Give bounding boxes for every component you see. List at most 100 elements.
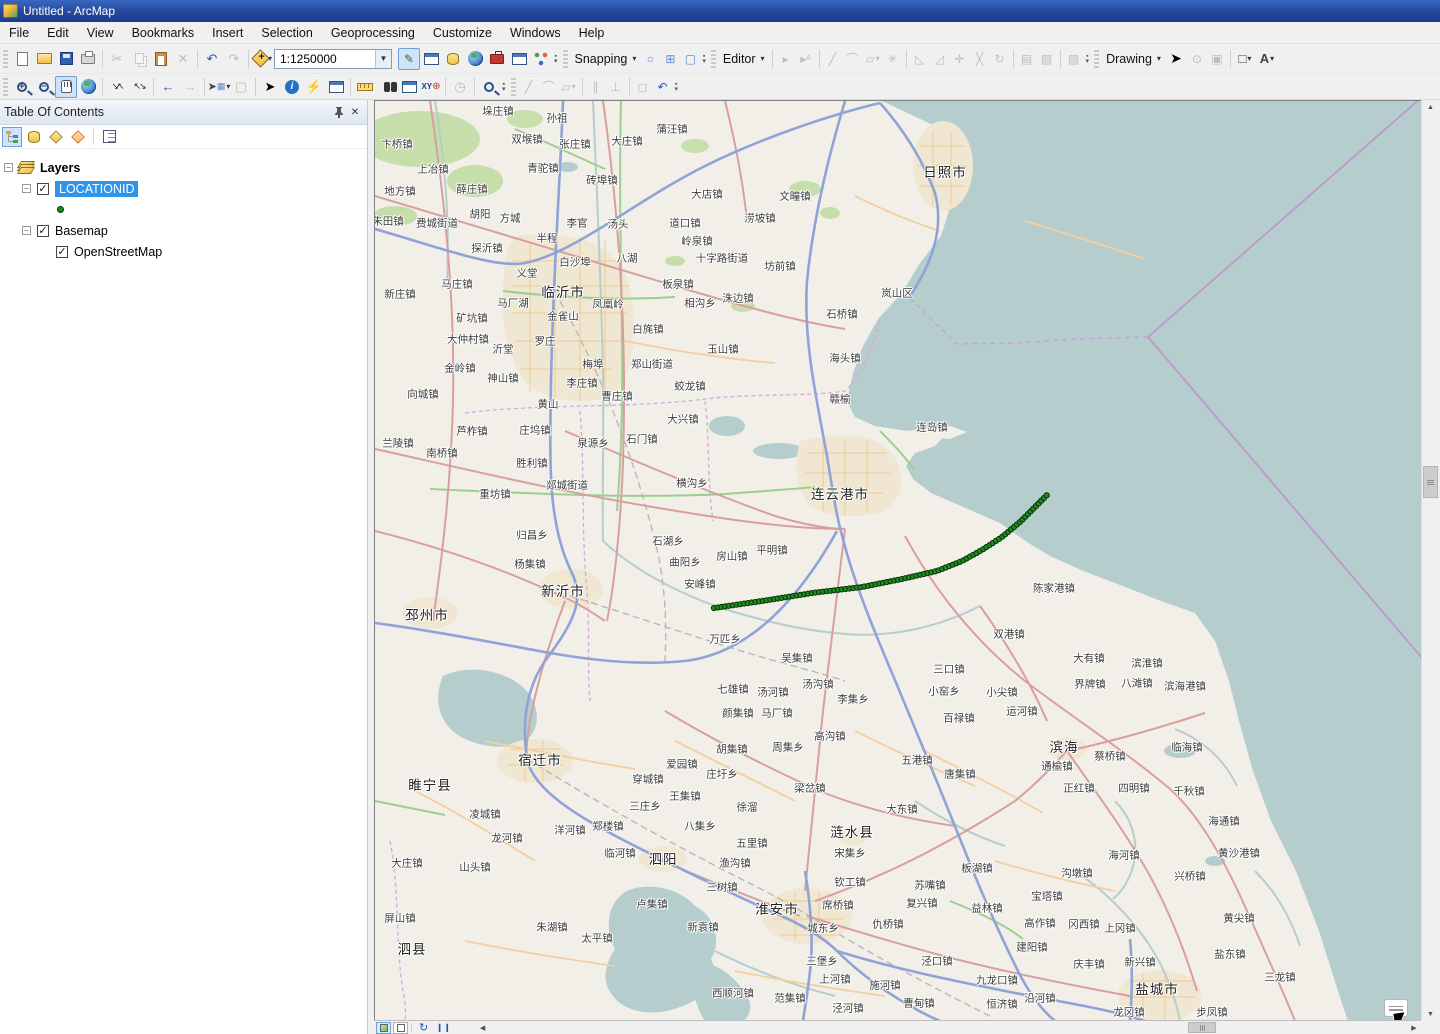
toolbar-separator bbox=[819, 50, 820, 68]
locationid-label[interactable]: LOCATIONID bbox=[55, 181, 138, 197]
data-view-button[interactable] bbox=[376, 1022, 391, 1034]
fixed-zoom-in-button[interactable]: ↘↖ bbox=[106, 76, 128, 98]
new-map-button[interactable] bbox=[11, 48, 33, 70]
attributes-button: ▤ bbox=[1017, 49, 1037, 69]
menu-selection[interactable]: Selection bbox=[252, 23, 321, 43]
vertical-scroll-thumb[interactable] bbox=[1423, 466, 1438, 498]
close-icon[interactable]: ✕ bbox=[347, 104, 363, 120]
horizontal-scroll-thumb[interactable] bbox=[1188, 1022, 1216, 1033]
menu-view[interactable]: View bbox=[78, 23, 123, 43]
zoom-in-button[interactable]: + bbox=[11, 76, 33, 98]
snapping-menu[interactable]: Snapping▾ bbox=[571, 50, 641, 68]
text-tool-button[interactable]: A▾ bbox=[1256, 48, 1278, 70]
full-extent-button[interactable] bbox=[77, 76, 99, 98]
map-scale-combo[interactable]: 1:1250000 ▼ bbox=[274, 49, 392, 69]
select-features-button[interactable]: ➤▦▾ bbox=[208, 76, 230, 98]
toc-item-basemap[interactable]: − ✓ Basemap bbox=[0, 220, 367, 241]
print-button[interactable] bbox=[77, 48, 99, 70]
toc-item-locationid-symbol[interactable] bbox=[0, 199, 367, 220]
collapse-icon[interactable]: − bbox=[4, 163, 13, 172]
toolbar-overflow-button[interactable]: ▪▾ bbox=[1086, 54, 1090, 64]
paste-button[interactable] bbox=[150, 48, 172, 70]
menu-geoprocessing[interactable]: Geoprocessing bbox=[322, 23, 424, 43]
undo-sketch-button[interactable]: ↶ bbox=[653, 77, 673, 97]
list-by-visibility-button[interactable] bbox=[46, 127, 66, 147]
pin-icon[interactable] bbox=[331, 104, 347, 120]
undo-button[interactable]: ↶ bbox=[201, 48, 223, 70]
find-button[interactable] bbox=[376, 76, 398, 98]
search-button[interactable] bbox=[464, 48, 486, 70]
map-viewport[interactable]: 临沂市日照市连云港市新沂市邳州市宿迁市淮安市盐城市涟水县睢宁县泗县泗阳滨海垛庄镇… bbox=[374, 100, 1421, 1020]
menu-help[interactable]: Help bbox=[570, 23, 614, 43]
arctoolbox-button[interactable] bbox=[486, 48, 508, 70]
toc-options-button[interactable] bbox=[99, 127, 119, 147]
menu-insert[interactable]: Insert bbox=[203, 23, 252, 43]
toolbar-grip[interactable] bbox=[563, 50, 568, 68]
open-button[interactable] bbox=[33, 48, 55, 70]
drawing-order-icon bbox=[6, 130, 19, 143]
point-symbol-swatch[interactable] bbox=[57, 206, 64, 213]
toolbar-grip[interactable] bbox=[511, 78, 516, 96]
table-of-contents-button[interactable] bbox=[420, 48, 442, 70]
basemap-checkbox[interactable]: ✓ bbox=[37, 225, 49, 237]
locationid-point[interactable] bbox=[1044, 493, 1049, 498]
shape-tool-button[interactable]: □▾ bbox=[1234, 48, 1256, 70]
save-button[interactable] bbox=[55, 48, 77, 70]
layout-view-button[interactable] bbox=[393, 1022, 408, 1034]
toc-item-openstreetmap[interactable]: ✓ OpenStreetMap bbox=[0, 241, 367, 262]
scroll-up-icon[interactable]: ▲ bbox=[1422, 100, 1439, 115]
measure-button[interactable] bbox=[354, 76, 376, 98]
arc-segment-tool-button: ⌒ bbox=[539, 77, 559, 97]
catalog-button[interactable] bbox=[442, 48, 464, 70]
locationid-checkbox[interactable]: ✓ bbox=[37, 183, 49, 195]
toolbar-grip[interactable] bbox=[711, 50, 716, 68]
pause-drawing-icon[interactable]: ❙❙ bbox=[436, 1023, 451, 1032]
list-by-selection-button[interactable] bbox=[68, 127, 88, 147]
back-extent-button[interactable]: ← bbox=[157, 76, 179, 98]
menu-windows[interactable]: Windows bbox=[501, 23, 570, 43]
toolbar-grip[interactable] bbox=[3, 50, 8, 68]
drawing-menu[interactable]: Drawing▾ bbox=[1102, 50, 1165, 68]
identify-button[interactable]: i bbox=[281, 76, 303, 98]
toc-item-locationid[interactable]: − ✓ LOCATIONID bbox=[0, 178, 367, 199]
select-elements-button[interactable]: ➤ bbox=[1165, 48, 1187, 70]
menu-file[interactable]: File bbox=[0, 23, 38, 43]
editor-toolbar-toggle-button[interactable]: ✎ bbox=[398, 48, 420, 70]
scale-dropdown-button[interactable]: ▼ bbox=[375, 50, 391, 68]
modelbuilder-button[interactable] bbox=[530, 48, 552, 70]
toolbar-separator bbox=[248, 50, 249, 68]
menu-bookmarks[interactable]: Bookmarks bbox=[123, 23, 204, 43]
html-popup-button[interactable] bbox=[325, 76, 347, 98]
find-route-button[interactable] bbox=[398, 76, 420, 98]
editor-menu[interactable]: Editor▾ bbox=[719, 50, 769, 68]
toolbar-overflow-button[interactable]: ▪▾ bbox=[675, 82, 679, 92]
toolbar-overflow-button[interactable]: ▪▾ bbox=[554, 54, 558, 64]
toolbar-grip[interactable] bbox=[1094, 50, 1099, 68]
add-data-button[interactable]: ▾ bbox=[252, 48, 274, 70]
openstreetmap-checkbox[interactable]: ✓ bbox=[56, 246, 68, 258]
vertical-scrollbar[interactable]: ▲ ▼ bbox=[1421, 100, 1438, 1022]
menu-customize[interactable]: Customize bbox=[424, 23, 501, 43]
end-snapping-button[interactable]: ⊞ bbox=[660, 49, 680, 69]
toc-item-layers[interactable]: − Layers bbox=[0, 157, 367, 178]
vertex-snapping-button[interactable]: ▢ bbox=[680, 49, 700, 69]
point-snapping-button[interactable]: ○ bbox=[640, 49, 660, 69]
fixed-zoom-out-button[interactable]: ↖↘ bbox=[128, 76, 150, 98]
list-by-drawing-order-button[interactable] bbox=[2, 127, 22, 147]
list-by-source-button[interactable] bbox=[24, 127, 44, 147]
select-elements-arrow-button[interactable]: ➤ bbox=[259, 76, 281, 98]
menu-edit[interactable]: Edit bbox=[38, 23, 78, 43]
toolbar-overflow-button[interactable]: ▪▾ bbox=[702, 54, 706, 64]
python-button[interactable] bbox=[508, 48, 530, 70]
scroll-left-icon[interactable]: ◀ bbox=[476, 1022, 490, 1034]
collapse-icon[interactable]: − bbox=[22, 184, 31, 193]
refresh-icon[interactable]: ↻ bbox=[419, 1021, 428, 1034]
viewer-window-button[interactable] bbox=[478, 76, 500, 98]
scroll-right-icon[interactable]: ▶ bbox=[1407, 1022, 1421, 1034]
toolbar-overflow-button[interactable]: ▪▾ bbox=[502, 82, 506, 92]
go-to-xy-button[interactable]: XY⊕ bbox=[420, 76, 442, 98]
toolbar-grip[interactable] bbox=[3, 78, 8, 96]
collapse-icon[interactable]: − bbox=[22, 226, 31, 235]
pan-tool-button[interactable] bbox=[55, 76, 77, 98]
zoom-out-button[interactable]: − bbox=[33, 76, 55, 98]
